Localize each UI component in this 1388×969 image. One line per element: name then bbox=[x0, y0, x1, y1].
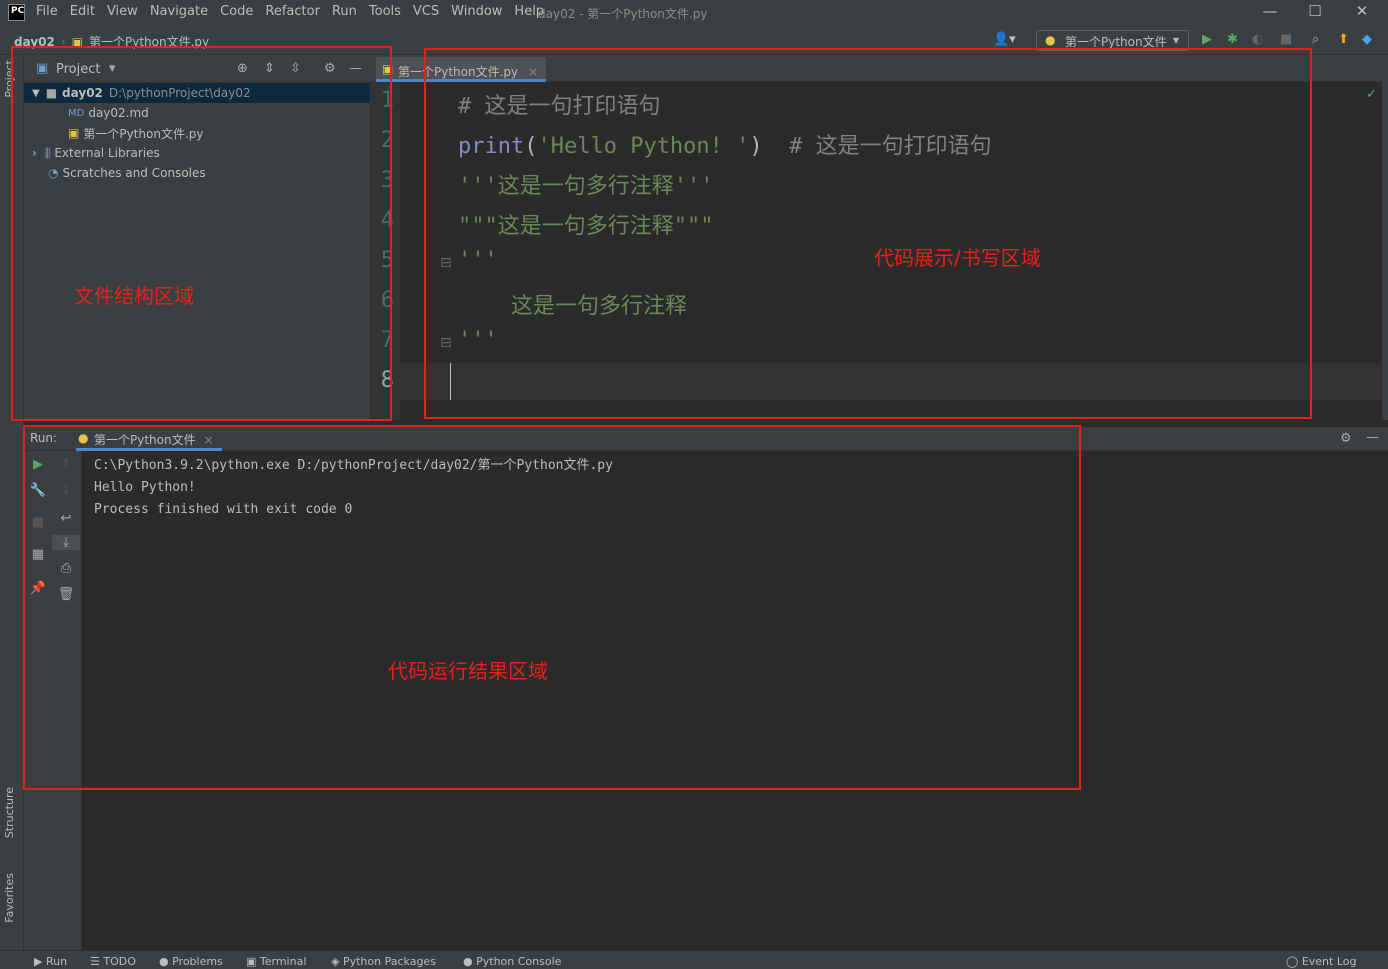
tool-window-python-packages[interactable]: ◈ Python Packages bbox=[331, 955, 436, 968]
menu-bar: File Edit View Navigate Code Refactor Ru… bbox=[36, 4, 544, 19]
window-title: day02 - 第一个Python文件.py bbox=[538, 7, 708, 21]
annotation-label-run-result: 代码运行结果区域 bbox=[388, 659, 548, 683]
tool-window-terminal[interactable]: ▣ Terminal bbox=[246, 955, 306, 968]
hide-icon[interactable]: — bbox=[1366, 430, 1379, 445]
annotation-box-file-structure bbox=[11, 46, 392, 421]
menu-edit[interactable]: Edit bbox=[70, 4, 95, 19]
status-bar: ▶ Run ☰ TODO ● Problems ▣ Terminal ◈ Pyt… bbox=[0, 950, 1388, 969]
search-icon[interactable]: ⌕ bbox=[1312, 32, 1319, 47]
menu-run[interactable]: Run bbox=[332, 4, 357, 19]
coverage-icon[interactable]: ◐ bbox=[1252, 32, 1263, 47]
menu-navigate[interactable]: Navigate bbox=[150, 4, 208, 19]
menu-refactor[interactable]: Refactor bbox=[265, 4, 320, 19]
editor-scrollbar[interactable] bbox=[1382, 55, 1388, 420]
annotation-label-code-area: 代码展示/书写区域 bbox=[874, 246, 1041, 270]
tool-window-label: Problems bbox=[172, 955, 223, 968]
annotation-label-file-structure: 文件结构区域 bbox=[74, 284, 194, 308]
tool-window-label: TODO bbox=[103, 955, 136, 968]
minimize-button[interactable]: — bbox=[1260, 2, 1280, 22]
debug-icon[interactable]: ✱ bbox=[1227, 32, 1238, 47]
python-icon: ● bbox=[1045, 33, 1056, 47]
chevron-down-icon: ▾ bbox=[1173, 33, 1180, 47]
annotation-box-run-result bbox=[23, 425, 1081, 790]
menu-code[interactable]: Code bbox=[220, 4, 253, 19]
run-config-label: 第一个Python文件 bbox=[1065, 35, 1167, 49]
tool-window-label: Python Packages bbox=[342, 955, 436, 968]
tool-window-label: Python Console bbox=[476, 955, 562, 968]
menu-window[interactable]: Window bbox=[451, 4, 502, 19]
favorites-tool-tab[interactable]: Favorites bbox=[3, 873, 16, 923]
user-icon[interactable]: 👤▾ bbox=[993, 32, 1016, 47]
tool-window-label: Run bbox=[45, 955, 68, 968]
menu-file[interactable]: File bbox=[36, 4, 58, 19]
stop-icon[interactable]: ■ bbox=[1280, 32, 1292, 47]
checkmark-icon: ✓ bbox=[1366, 87, 1377, 102]
gear-icon[interactable]: ⚙ bbox=[1340, 431, 1352, 446]
tool-window-label: Terminal bbox=[259, 955, 307, 968]
menu-vcs[interactable]: VCS bbox=[413, 4, 439, 19]
title-bar: PC File Edit View Navigate Code Refactor… bbox=[0, 0, 1388, 25]
event-log[interactable]: ◯ Event Log bbox=[1286, 955, 1356, 968]
annotation-box-code-area bbox=[424, 48, 1312, 419]
tool-window-problems[interactable]: ● Problems bbox=[159, 955, 223, 968]
menu-view[interactable]: View bbox=[107, 4, 138, 19]
update-icon[interactable]: ⬆ bbox=[1338, 32, 1349, 47]
run-icon[interactable]: ▶ bbox=[1202, 32, 1212, 47]
close-button[interactable]: ✕ bbox=[1352, 2, 1372, 22]
jetbrains-toolbox-icon[interactable]: ◆ bbox=[1362, 32, 1372, 47]
menu-tools[interactable]: Tools bbox=[369, 4, 401, 19]
tool-window-run[interactable]: ▶ Run bbox=[34, 955, 67, 968]
tool-window-python-console[interactable]: ● Python Console bbox=[463, 955, 561, 968]
tool-window-label: Event Log bbox=[1301, 955, 1357, 968]
maximize-button[interactable]: ☐ bbox=[1305, 2, 1325, 22]
structure-tool-tab[interactable]: Structure bbox=[3, 787, 16, 838]
tool-window-todo[interactable]: ☰ TODO bbox=[90, 955, 136, 968]
pycharm-logo: PC bbox=[8, 4, 25, 21]
